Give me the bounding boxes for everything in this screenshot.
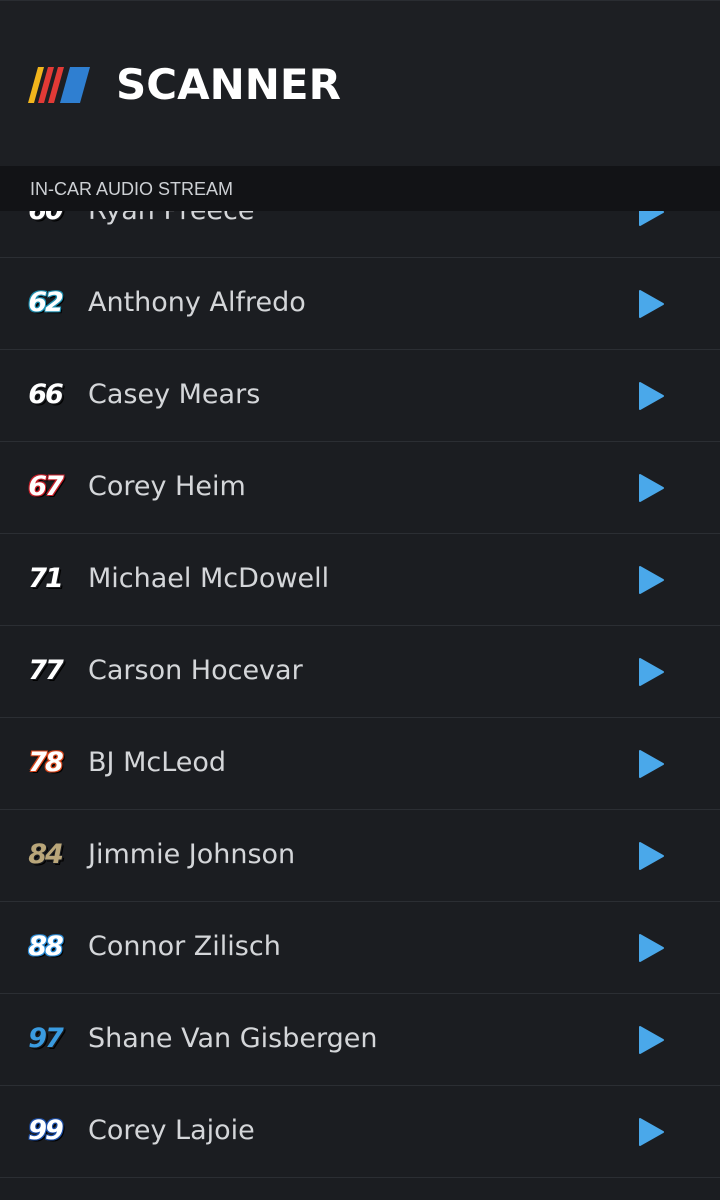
play-button[interactable] <box>632 560 672 600</box>
play-button[interactable] <box>632 836 672 876</box>
driver-list[interactable]: 60 Ryan Preece 62 Anthony Alfredo 66 Casey Me… <box>0 211 720 1200</box>
list-item[interactable]: 71 Michael McDowell <box>0 534 720 626</box>
driver-name: Michael McDowell <box>88 563 330 594</box>
play-icon <box>639 290 664 318</box>
driver-name: Ryan Preece <box>88 211 255 228</box>
play-icon <box>639 382 664 410</box>
list-item[interactable]: 60 Ryan Preece <box>0 211 720 258</box>
play-icon <box>639 842 664 870</box>
driver-name: Carson Hocevar <box>88 655 303 686</box>
play-icon <box>639 1118 664 1146</box>
car-number: 99 <box>28 1115 64 1146</box>
driver-name: Corey Lajoie <box>88 1115 255 1146</box>
nascar-logo-icon <box>28 67 90 103</box>
car-number: 66 <box>28 379 64 410</box>
play-button[interactable] <box>632 1020 672 1060</box>
section-label: IN-CAR AUDIO STREAM <box>30 179 234 199</box>
play-icon <box>639 566 664 594</box>
app-header: SCANNER <box>0 0 720 166</box>
car-number: 97 <box>28 1023 64 1054</box>
car-number: 77 <box>28 655 64 686</box>
page-title: SCANNER <box>116 60 341 109</box>
driver-name: BJ McLeod <box>88 747 227 778</box>
driver-name: Jimmie Johnson <box>88 839 296 870</box>
driver-name: Anthony Alfredo <box>88 287 306 318</box>
driver-name: Casey Mears <box>88 379 261 410</box>
play-button[interactable] <box>632 928 672 968</box>
driver-name: Connor Zilisch <box>88 931 281 962</box>
play-button[interactable] <box>632 1112 672 1152</box>
play-button[interactable] <box>632 652 672 692</box>
list-item[interactable]: 97 Shane Van Gisbergen <box>0 994 720 1086</box>
car-number: 71 <box>28 563 64 594</box>
driver-name: Shane Van Gisbergen <box>88 1023 378 1054</box>
list-item[interactable]: 88 Connor Zilisch <box>0 902 720 994</box>
play-icon <box>639 1026 664 1054</box>
list-item[interactable]: 67 Corey Heim <box>0 442 720 534</box>
list-item[interactable]: 77 Carson Hocevar <box>0 626 720 718</box>
car-number: 62 <box>28 287 64 318</box>
section-header: IN-CAR AUDIO STREAM <box>0 166 720 211</box>
play-button[interactable] <box>632 744 672 784</box>
play-icon <box>639 750 664 778</box>
play-icon <box>639 474 664 502</box>
play-icon <box>639 658 664 686</box>
play-button[interactable] <box>632 468 672 508</box>
car-number: 67 <box>28 471 64 502</box>
play-button[interactable] <box>632 284 672 324</box>
car-number: 78 <box>28 747 64 778</box>
play-icon <box>639 211 664 226</box>
play-button[interactable] <box>632 211 672 232</box>
list-item[interactable]: 66 Casey Mears <box>0 350 720 442</box>
car-number: 60 <box>22 211 68 229</box>
list-item[interactable]: 99 Corey Lajoie <box>0 1086 720 1178</box>
list-item[interactable]: 62 Anthony Alfredo <box>0 258 720 350</box>
list-item[interactable]: 78 BJ McLeod <box>0 718 720 810</box>
play-button[interactable] <box>632 376 672 416</box>
play-icon <box>639 934 664 962</box>
car-number: 84 <box>28 839 64 870</box>
driver-name: Corey Heim <box>88 471 246 502</box>
list-item[interactable]: 84 Jimmie Johnson <box>0 810 720 902</box>
car-number: 88 <box>28 931 64 962</box>
